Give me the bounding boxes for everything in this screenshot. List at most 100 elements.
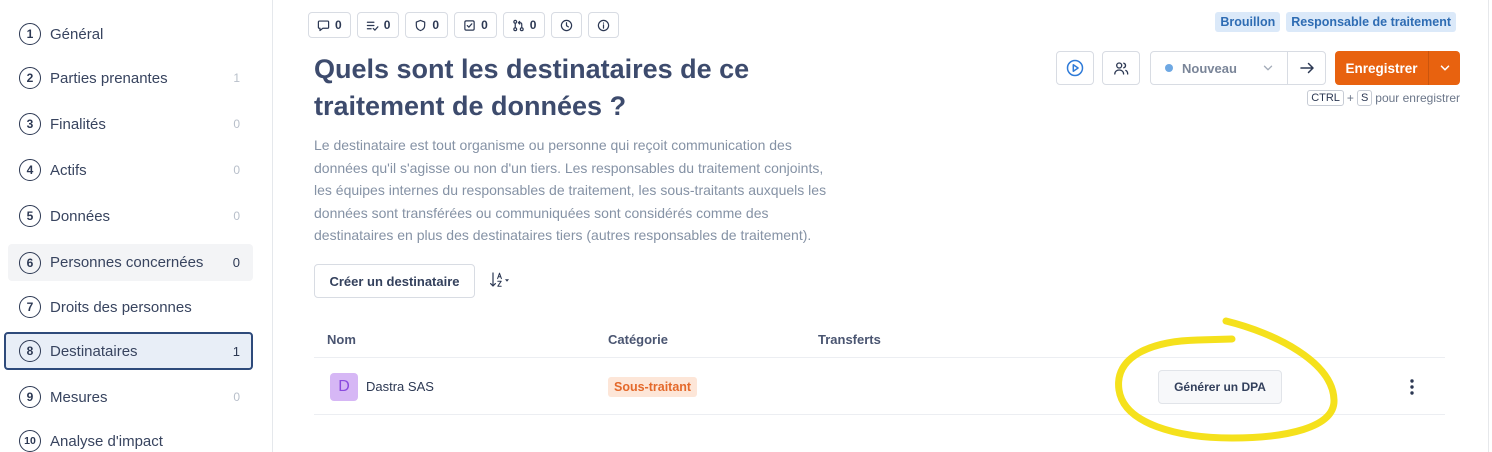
sidebar-item-label: Données: [50, 207, 111, 225]
history-chip[interactable]: [551, 12, 583, 38]
avatar: D: [330, 373, 358, 401]
sidebar-item-label: Destinataires: [50, 342, 138, 360]
comments-chip[interactable]: 0: [308, 12, 351, 38]
sidebar-item-donnees[interactable]: 5 Données 0: [4, 198, 253, 234]
status-dot: [1165, 64, 1173, 72]
git-pull-request-icon: [513, 19, 524, 31]
recipient-name[interactable]: Dastra SAS: [366, 379, 434, 394]
step-number-badge: 5: [19, 205, 41, 227]
arrow-right-icon: [1299, 62, 1314, 74]
activity-toolbar: 0 0 0 0 0: [308, 12, 620, 38]
step-number-badge: 4: [19, 159, 41, 181]
step-number-badge: 8: [19, 340, 41, 362]
description-line: Le destinataire est tout organisme ou pe…: [314, 137, 792, 153]
sidebar-item-general[interactable]: 1 Général: [4, 16, 253, 52]
status-select[interactable]: Nouveau: [1150, 51, 1288, 85]
more-vertical-icon[interactable]: [1410, 379, 1414, 395]
generate-dpa-button[interactable]: Générer un DPA: [1158, 370, 1282, 404]
page-title-line: traitement de données ?: [314, 91, 627, 121]
step-number-badge: 10: [19, 430, 41, 452]
sort-alpha-down-icon[interactable]: [489, 271, 515, 289]
step-number-badge: 1: [19, 23, 41, 45]
description-line: données qu'il s'agisse ou non d'un tiers…: [314, 159, 824, 176]
step-count: 0: [233, 163, 240, 177]
checks-chip[interactable]: 0: [454, 12, 497, 38]
checks-count: 0: [481, 18, 488, 32]
scrollbar-track[interactable]: [1488, 0, 1489, 452]
comment-icon: [317, 19, 330, 31]
role-badge: Responsable de traitement: [1286, 12, 1456, 32]
step-number-badge: 7: [19, 296, 41, 318]
save-options-button[interactable]: [1428, 51, 1460, 85]
shortcut-plus: +: [1346, 91, 1354, 105]
shortcut-key-s: S: [1356, 90, 1373, 106]
status-value: Nouveau: [1182, 60, 1237, 76]
sidebar-item-label: Actifs: [50, 161, 87, 179]
table-row[interactable]: D Dastra SAS Sous-traitant Générer un DP…: [314, 358, 1445, 415]
step-count: 0: [233, 390, 240, 404]
sidebar-item-label: Personnes concernées: [50, 254, 204, 271]
sidebar-item-label: Finalités: [50, 115, 106, 133]
column-header-category: Catégorie: [608, 332, 668, 347]
changes-chip[interactable]: 0: [502, 12, 546, 38]
chevron-down-icon: [1440, 65, 1449, 71]
save-shortcut-hint: CTRL + S pour enregistrer: [1307, 89, 1460, 107]
create-recipient-button[interactable]: Créer un destinataire: [314, 264, 475, 298]
description-line: les équipes internes du responsables de …: [314, 182, 827, 198]
step-count: 1: [232, 343, 240, 359]
shield-icon: [416, 19, 426, 31]
sidebar-item-label: Analyse d'impact: [50, 432, 163, 450]
tasks-chip[interactable]: 0: [356, 12, 400, 38]
sidebar-item-personnes-concernees[interactable]: 6 Personnes concernées 0: [8, 244, 253, 281]
steps-sidebar: 1 Général 2 Parties prenantes 1 3 Finali…: [0, 0, 273, 452]
sidebar-item-label: Droits des personnes: [50, 298, 192, 316]
list-check-icon: [366, 21, 379, 31]
info-icon: [598, 19, 610, 31]
next-status-button[interactable]: [1287, 51, 1326, 85]
clock-icon: [561, 19, 573, 31]
sidebar-item-actifs[interactable]: 4 Actifs 0: [4, 152, 253, 188]
status-badge-draft: Brouillon: [1215, 12, 1281, 32]
description-line: données sont transférées ou communiquées…: [314, 204, 769, 221]
users-icon: [1114, 62, 1129, 75]
sidebar-item-droits-des-personnes[interactable]: 7 Droits des personnes: [4, 289, 253, 325]
recipients-table: Nom Catégorie Transferts D Dastra SAS So…: [314, 320, 1445, 415]
step-count: 0: [232, 255, 240, 270]
comments-count: 0: [335, 18, 342, 32]
description-line: destinataires en plus des destinataires …: [314, 227, 812, 243]
changes-count: 0: [529, 18, 537, 32]
sidebar-item-label: Général: [50, 25, 104, 43]
page-description: Le destinataire est tout organisme ou pe…: [314, 134, 826, 247]
sidebar-item-destinataires[interactable]: 8 Destinataires 1: [4, 332, 253, 370]
tasks-count: 0: [383, 18, 391, 32]
status-badges: Brouillon Responsable de traitement: [1215, 12, 1456, 32]
step-number-badge: 3: [19, 113, 41, 135]
collaborators-button[interactable]: [1102, 51, 1140, 85]
checkbox-icon: [464, 19, 475, 31]
sidebar-item-parties-prenantes[interactable]: 2 Parties prenantes 1: [4, 60, 253, 96]
sidebar-item-finalites[interactable]: 3 Finalités 0: [4, 106, 253, 142]
step-count: 0: [233, 209, 240, 223]
risks-chip[interactable]: 0: [405, 12, 449, 38]
risks-count: 0: [432, 18, 440, 32]
sidebar-item-label: Mesures: [50, 388, 108, 406]
step-count: 1: [233, 71, 240, 85]
column-header-name: Nom: [327, 332, 356, 347]
sidebar-item-analyse-impact[interactable]: 10 Analyse d'impact: [4, 430, 253, 452]
column-header-transfers: Transferts: [818, 332, 881, 347]
table-header: Nom Catégorie Transferts: [314, 320, 1445, 358]
step-number-badge: 9: [19, 386, 41, 408]
page-title: Quels sont les destinataires de ce trait…: [314, 51, 749, 125]
info-chip[interactable]: [588, 12, 620, 38]
step-number-badge: 2: [19, 67, 41, 89]
shortcut-text: pour enregistrer: [1375, 91, 1460, 105]
sidebar-item-label: Parties prenantes: [50, 69, 168, 87]
step-number-badge: 6: [19, 251, 41, 274]
sidebar-item-mesures[interactable]: 9 Mesures 0: [4, 379, 253, 415]
step-count: 0: [233, 117, 240, 131]
save-button[interactable]: Enregistrer: [1335, 51, 1428, 85]
category-badge: Sous-traitant: [608, 377, 698, 397]
page-title-line: Quels sont les destinataires de ce: [314, 54, 750, 84]
play-button[interactable]: [1056, 51, 1094, 85]
chevron-down-icon: [1263, 65, 1273, 71]
